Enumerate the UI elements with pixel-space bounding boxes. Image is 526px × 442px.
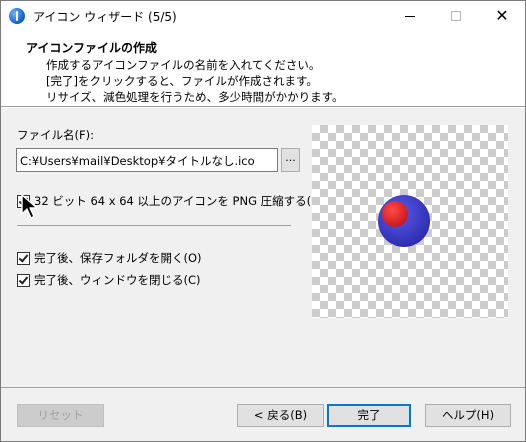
filename-input[interactable]: C:¥Users¥mail¥Desktop¥タイトルなし.ico bbox=[16, 148, 278, 172]
maximize-icon bbox=[451, 11, 461, 21]
help-button[interactable]: ヘルプ(H) bbox=[425, 404, 511, 427]
icon-preview-panel bbox=[312, 125, 508, 318]
check-icon bbox=[18, 273, 29, 285]
instruction-line-2: [完了]をクリックすると、ファイルが作成されます。 bbox=[46, 74, 318, 88]
footer-divider bbox=[1, 387, 525, 388]
options-divider bbox=[17, 225, 291, 226]
filename-label: ファイル名(F): bbox=[17, 128, 94, 142]
open-folder-checkbox[interactable] bbox=[17, 251, 30, 265]
reset-button: リセット bbox=[17, 404, 104, 427]
app-info-icon bbox=[9, 8, 25, 24]
maximize-button bbox=[433, 1, 479, 31]
header-divider-highlight bbox=[1, 107, 525, 108]
instruction-line-1: 作成するアイコンファイルの名前を入れてください。 bbox=[46, 58, 321, 72]
close-window-option[interactable]: 完了後、ウィンドウを閉じる(C) bbox=[17, 272, 201, 288]
open-folder-label[interactable]: 完了後、保存フォルダを開く(O) bbox=[34, 250, 202, 266]
instruction-line-3: リサイズ、減色処理を行うため、多少時間がかかります。 bbox=[46, 90, 344, 104]
minimize-icon bbox=[405, 15, 415, 17]
icon-preview-image bbox=[378, 195, 430, 247]
close-window-label[interactable]: 完了後、ウィンドウを閉じる(C) bbox=[34, 272, 201, 288]
icon-wizard-window: アイコン ウィザード (5/5) ✕ アイコンファイルの作成 作成するアイコンフ… bbox=[0, 0, 526, 442]
mouse-cursor-icon bbox=[21, 194, 38, 219]
back-button[interactable]: < 戻る(B) bbox=[237, 404, 324, 427]
minimize-button[interactable] bbox=[387, 1, 433, 31]
title-bar: アイコン ウィザード (5/5) ✕ bbox=[1, 1, 525, 31]
page-title: アイコンファイルの作成 bbox=[26, 41, 158, 55]
png-compress-label[interactable]: 32 ビット 64 x 64 以上のアイコンを PNG 圧縮する(P) bbox=[34, 193, 323, 209]
close-window-checkbox[interactable] bbox=[17, 273, 30, 287]
finish-button[interactable]: 完了 bbox=[327, 404, 411, 427]
png-compress-option[interactable]: 32 ビット 64 x 64 以上のアイコンを PNG 圧縮する(P) bbox=[17, 193, 323, 209]
open-folder-option[interactable]: 完了後、保存フォルダを開く(O) bbox=[17, 250, 202, 266]
close-button[interactable]: ✕ bbox=[479, 1, 525, 31]
browse-button[interactable]: ... bbox=[281, 148, 300, 172]
window-title: アイコン ウィザード (5/5) bbox=[33, 10, 177, 24]
check-icon bbox=[18, 251, 29, 263]
wizard-header: アイコンファイルの作成 作成するアイコンファイルの名前を入れてください。 [完了… bbox=[1, 31, 525, 106]
close-icon: ✕ bbox=[495, 6, 509, 25]
